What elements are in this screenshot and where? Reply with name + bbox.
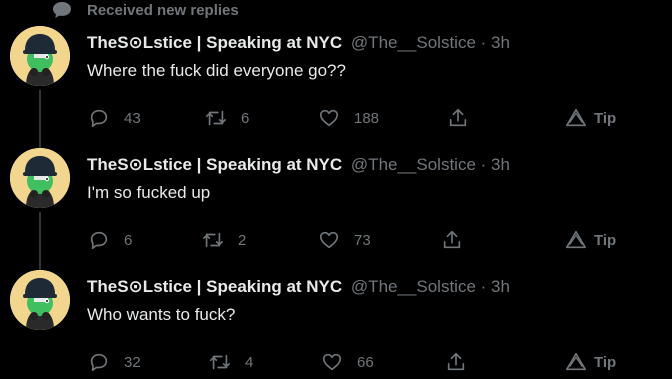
- tip-icon: [566, 108, 586, 127]
- tip-button[interactable]: Tip: [565, 106, 616, 130]
- tweet-header: TheS⊙Lstice | Speaking at NYC @The__Sols…: [87, 277, 510, 297]
- reply-count: 6: [124, 231, 133, 249]
- username[interactable]: @The__Solstice · 3h: [351, 277, 510, 296]
- reply-icon: [90, 353, 108, 372]
- like-count: 188: [354, 109, 380, 127]
- tweet-text: I'm so fucked up: [87, 183, 211, 202]
- tweet-text: Who wants to fuck?: [87, 305, 236, 324]
- retweet-count: 2: [238, 231, 247, 249]
- reply-icon: [90, 109, 108, 128]
- timestamp[interactable]: 3h: [491, 277, 510, 296]
- new-replies-text: Received new replies: [87, 2, 239, 19]
- avatar-image: [10, 26, 70, 86]
- username[interactable]: @The__Solstice · 3h: [351, 33, 510, 52]
- tweet[interactable]: TheS⊙Lstice | Speaking at NYC @The__Sols…: [0, 26, 672, 148]
- reply-button[interactable]: 6: [88, 228, 132, 252]
- display-name[interactable]: TheS⊙Lstice | Speaking at NYC: [87, 155, 342, 174]
- retweet-count: 6: [241, 109, 250, 127]
- tweet-actions: 43 6 188 Tip: [0, 106, 672, 130]
- timeline: Received new replies TheS⊙Lstice | Speak…: [0, 0, 672, 379]
- tip-icon: [566, 352, 586, 371]
- timestamp[interactable]: 3h: [491, 155, 510, 174]
- avatar-image: [10, 270, 70, 330]
- new-replies-notice[interactable]: Received new replies: [0, 0, 672, 22]
- like-button[interactable]: 73: [318, 228, 371, 252]
- retweet-count: 4: [245, 353, 254, 371]
- retweet-icon: [203, 232, 223, 248]
- tip-label: Tip: [594, 109, 617, 127]
- like-button[interactable]: 188: [318, 106, 379, 130]
- tweet-header: TheS⊙Lstice | Speaking at NYC @The__Sols…: [87, 33, 510, 53]
- share-icon: [447, 352, 465, 371]
- retweet-button[interactable]: 6: [205, 106, 249, 130]
- username[interactable]: @The__Solstice · 3h: [351, 155, 510, 174]
- retweet-button[interactable]: 2: [202, 228, 246, 252]
- display-name[interactable]: TheS⊙Lstice | Speaking at NYC: [87, 33, 342, 52]
- retweet-icon: [210, 354, 230, 370]
- tip-label: Tip: [594, 353, 617, 371]
- tip-label: Tip: [594, 231, 617, 249]
- avatar[interactable]: [10, 26, 70, 86]
- tweet[interactable]: TheS⊙Lstice | Speaking at NYC @The__Sols…: [0, 148, 672, 270]
- tweet[interactable]: TheS⊙Lstice | Speaking at NYC @The__Sols…: [0, 270, 672, 379]
- display-name[interactable]: TheS⊙Lstice | Speaking at NYC: [87, 277, 342, 296]
- tweet-actions: 6 2 73 Tip: [0, 228, 672, 252]
- reply-count: 32: [124, 353, 141, 371]
- heart-icon: [319, 231, 339, 249]
- tweet-text: Where the fuck did everyone go??: [87, 61, 346, 80]
- reply-icon: [90, 231, 108, 250]
- share-button[interactable]: [441, 228, 463, 252]
- share-icon: [449, 108, 467, 127]
- heart-icon: [322, 353, 342, 371]
- reply-button[interactable]: 32: [88, 350, 141, 374]
- like-count: 66: [357, 353, 374, 371]
- like-count: 73: [354, 231, 371, 249]
- share-button[interactable]: [447, 106, 469, 130]
- avatar[interactable]: [10, 148, 70, 208]
- tweet-header: TheS⊙Lstice | Speaking at NYC @The__Sols…: [87, 155, 510, 175]
- avatar-image: [10, 148, 70, 208]
- tip-icon: [566, 230, 586, 249]
- reply-count: 43: [124, 109, 141, 127]
- timestamp[interactable]: 3h: [491, 33, 510, 52]
- tip-button[interactable]: Tip: [565, 350, 616, 374]
- retweet-icon: [206, 110, 226, 126]
- heart-icon: [319, 109, 339, 127]
- retweet-button[interactable]: 4: [209, 350, 253, 374]
- reply-button[interactable]: 43: [88, 106, 141, 130]
- share-button[interactable]: [445, 350, 467, 374]
- tweet-actions: 32 4 66 Tip: [0, 350, 672, 374]
- speech-bubble-icon: [53, 2, 71, 18]
- tip-button[interactable]: Tip: [565, 228, 616, 252]
- avatar[interactable]: [10, 270, 70, 330]
- share-icon: [443, 230, 461, 249]
- like-button[interactable]: 66: [321, 350, 374, 374]
